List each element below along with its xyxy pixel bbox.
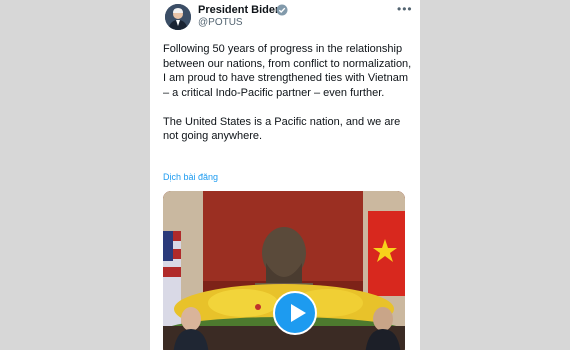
background-left xyxy=(0,0,150,350)
tweet-paragraph: Following 50 years of progress in the re… xyxy=(163,43,412,99)
more-options-icon[interactable]: ••• xyxy=(397,3,413,15)
handle[interactable]: @POTUS xyxy=(198,17,243,28)
play-button[interactable] xyxy=(273,291,317,335)
tweet-card[interactable]: President Biden @POTUS ••• Following 50 … xyxy=(150,0,420,350)
background-right xyxy=(420,0,570,350)
translate-post-link[interactable]: Dịch bài đăng xyxy=(163,172,218,182)
tweet-text: Following 50 years of progress in the re… xyxy=(163,42,413,158)
verified-badge-icon xyxy=(276,4,288,16)
avatar[interactable] xyxy=(165,4,191,30)
display-name[interactable]: President Biden xyxy=(198,4,282,16)
tweet-paragraph: The United States is a Pacific nation, a… xyxy=(163,115,401,143)
video-media[interactable] xyxy=(163,191,405,350)
